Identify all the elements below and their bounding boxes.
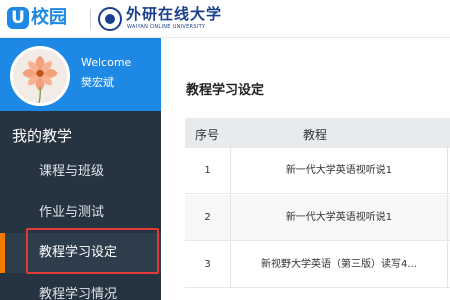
top-header: U 校园 外研在线大学 WAIYAN ONLINE UNIVERSITY [0, 0, 450, 38]
column-divider [447, 195, 448, 241]
course-name: 新一代大学英语视听说1 [285, 165, 393, 176]
column-header-course: 教程 [303, 128, 328, 142]
my-teaching-heading: 我的教学 [12, 127, 73, 145]
logo-divider [90, 9, 91, 29]
avatar[interactable] [10, 46, 70, 106]
user-profile-panel: Welcome 樊宏斌 [0, 38, 161, 111]
partner-name-cn: 外研在线大学 [126, 5, 223, 23]
page-title: 教程学习设定 [186, 83, 265, 98]
row-number: 1 [204, 165, 211, 176]
main-content: 教程学习设定 序号 教程 1 新一代大学英语视听说1 2 新一代大学英语视听说1… [161, 38, 450, 300]
annotation-highlight-box [26, 228, 159, 274]
table-row[interactable]: 1 新一代大学英语视听说1 [185, 148, 450, 194]
sidebar-item-courses-classes[interactable]: 课程与班级 [0, 152, 161, 192]
welcome-label: Welcome [81, 56, 132, 69]
row-number: 2 [204, 212, 211, 223]
row-number: 3 [204, 259, 211, 270]
table-row[interactable]: 3 新视野大学英语（第三版）读写4... [185, 242, 450, 288]
column-divider [447, 148, 448, 194]
u-campus-logo-text[interactable]: 校园 [31, 6, 67, 30]
course-name: 新视野大学英语（第三版）读写4... [261, 259, 417, 270]
fltrp-emblem-icon [98, 7, 122, 31]
u-campus-logo-icon[interactable]: U [7, 7, 29, 29]
course-name: 新一代大学英语视听说1 [285, 212, 393, 223]
username: 樊宏斌 [81, 76, 114, 89]
partner-name-en: WAIYAN ONLINE UNIVERSITY [127, 24, 206, 30]
table-row[interactable]: 2 新一代大学英语视听说1 [185, 195, 450, 241]
sidebar-item-course-progress[interactable]: 教程学习情况 [0, 275, 161, 300]
flower-avatar-icon [13, 49, 67, 103]
table-header: 序号 教程 [185, 118, 450, 148]
sidebar-item-assignments-tests[interactable]: 作业与测试 [0, 193, 161, 233]
column-header-no: 序号 [195, 128, 220, 142]
column-divider [447, 242, 448, 288]
